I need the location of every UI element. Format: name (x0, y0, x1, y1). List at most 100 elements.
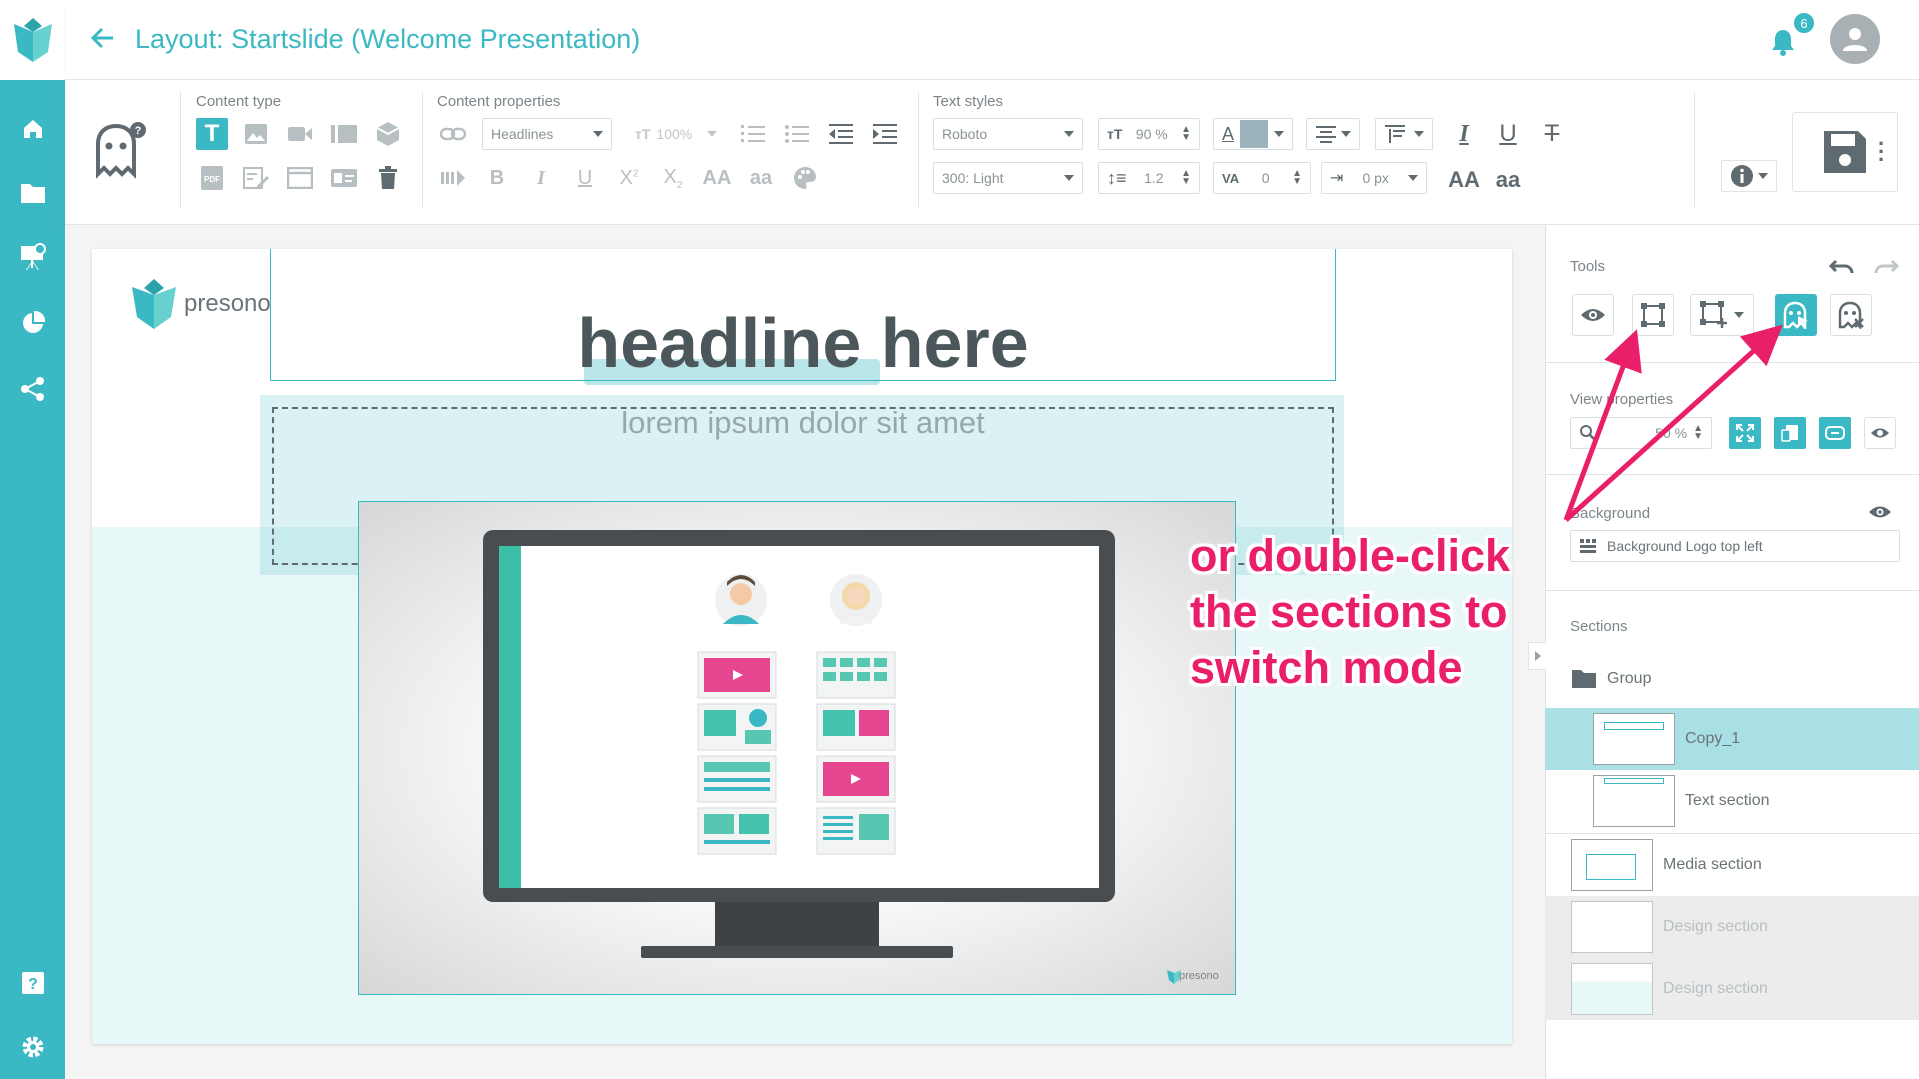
sidebar-item-analytics[interactable] (0, 296, 65, 350)
sidebar-item-home[interactable] (0, 102, 65, 156)
pdf-content-button[interactable]: PDF (196, 162, 228, 194)
indent-px-select[interactable]: ⇥ 0 px (1321, 162, 1427, 194)
uppercase-style-button[interactable]: AA (1448, 164, 1480, 196)
vertical-align-top-icon (1385, 125, 1405, 143)
undo-icon (1829, 259, 1854, 274)
callout-line-1: or double-click (1190, 530, 1511, 581)
ghost-remove-icon (1838, 301, 1864, 329)
delete-content-button[interactable] (372, 162, 404, 194)
user-avatar[interactable] (1830, 14, 1880, 64)
app-logo[interactable] (0, 0, 65, 80)
underline-icon: U (1499, 120, 1517, 147)
color-palette-button[interactable] (789, 162, 821, 194)
letter-spacing-value: 0 (1261, 170, 1270, 186)
section-thumbnail (1593, 775, 1675, 827)
vertical-align-select[interactable] (1375, 118, 1433, 150)
chevron-down-icon (593, 131, 603, 137)
sidebar-item-share[interactable] (0, 362, 65, 416)
redo-button[interactable] (1870, 250, 1902, 282)
section-group[interactable]: Group (1545, 648, 1919, 710)
superscript-button[interactable]: X2 (613, 162, 645, 194)
back-button[interactable] (90, 24, 116, 52)
bold-button[interactable]: B (481, 162, 513, 194)
chevron-down-icon (1064, 131, 1074, 137)
toolbar-separator (180, 92, 181, 207)
numbered-list-icon (741, 125, 765, 142)
content-size-value: 100% (656, 126, 693, 142)
bullet-list-button[interactable] (781, 118, 813, 150)
section-thumbnail (1593, 713, 1675, 765)
undo-button[interactable] (1826, 250, 1858, 282)
section-text[interactable]: Text section (1545, 770, 1919, 832)
section-design-2[interactable]: Design section (1545, 958, 1919, 1020)
chevron-down-icon (1758, 173, 1768, 179)
section-design-1[interactable]: Design section (1545, 896, 1919, 958)
browser-window-icon (287, 167, 313, 189)
panel-collapse-handle[interactable] (1528, 642, 1546, 670)
gallery-icon (331, 125, 357, 143)
slide-subtitle[interactable]: lorem ipsum dolor sit amet (272, 405, 1334, 441)
info-menu-button[interactable] (1721, 160, 1777, 192)
text-color-picker[interactable]: A (1213, 118, 1293, 150)
card-content-button[interactable] (328, 162, 360, 194)
ghost-remove-tool-button[interactable] (1830, 294, 1872, 336)
sidebar-item-settings[interactable] (0, 1020, 65, 1074)
section-thumbnail (1571, 963, 1653, 1015)
lowercase-style-button[interactable]: aa (1492, 164, 1524, 196)
image-icon (245, 124, 267, 144)
italic-button[interactable]: I (525, 162, 557, 194)
sidebar-item-help[interactable]: ? (0, 956, 65, 1010)
video-content-button[interactable] (284, 118, 316, 150)
numbered-list-button[interactable] (737, 118, 769, 150)
ghost-mode-indicator: ? (92, 120, 146, 180)
content-font-select[interactable]: Headlines (482, 118, 612, 150)
id-card-icon (331, 169, 357, 187)
tutorial-callout: or double-click the sections to switch m… (1190, 528, 1510, 696)
callout-arrows (1563, 324, 1783, 522)
animation-button[interactable] (437, 162, 469, 194)
sidebar-item-files[interactable] (0, 166, 65, 220)
image-content-button[interactable] (240, 118, 272, 150)
background-visibility-toggle[interactable] (1868, 504, 1892, 520)
slide-headline[interactable]: headline here (270, 303, 1336, 383)
lowercase-icon: aa (749, 166, 773, 189)
3d-content-button[interactable] (372, 118, 404, 150)
indent-button[interactable] (869, 118, 901, 150)
subscript-button[interactable]: X2 (657, 162, 689, 194)
section-media[interactable]: Media section (1545, 834, 1919, 896)
text-align-select[interactable] (1306, 118, 1360, 150)
web-content-button[interactable] (284, 162, 316, 194)
sidebar-item-presentations[interactable] (0, 230, 65, 284)
text-content-button[interactable]: T (196, 118, 228, 150)
section-name: Design section (1663, 918, 1768, 935)
gallery-content-button[interactable] (328, 118, 360, 150)
section-copy-1[interactable]: Copy_1 (1545, 708, 1919, 770)
underline-style-button[interactable]: U (1492, 118, 1524, 150)
animation-icon (441, 170, 465, 186)
guides-view-button[interactable] (1819, 417, 1851, 449)
more-options-button[interactable]: · · · (1878, 133, 1885, 171)
italic-style-button[interactable]: I (1448, 118, 1480, 150)
font-weight-select[interactable]: 300: Light (933, 162, 1083, 194)
font-family-select[interactable]: Roboto (933, 118, 1083, 150)
underline-button[interactable]: U (569, 162, 601, 194)
form-content-button[interactable] (240, 162, 272, 194)
panel-separator (1545, 590, 1919, 591)
strikethrough-button[interactable]: T (1536, 118, 1568, 150)
lowercase-button[interactable]: aa (745, 162, 777, 194)
letter-spacing-stepper[interactable]: VA 0 ▲ ▼ (1213, 162, 1311, 194)
info-icon (1731, 165, 1753, 187)
media-section-image[interactable]: presono (358, 501, 1236, 995)
help-icon: ? (21, 972, 44, 994)
kebab-menu-icon: · · · (1878, 131, 1886, 172)
outdent-button[interactable] (825, 118, 857, 150)
visibility-toggle-button[interactable] (1864, 417, 1896, 449)
link-button[interactable] (437, 118, 469, 150)
content-font-select-value: Headlines (491, 126, 554, 142)
font-color-icon: A (1222, 123, 1235, 144)
uppercase-button[interactable]: AA (701, 162, 733, 194)
line-height-stepper[interactable]: ↕≡ 1.2 ▲ ▼ (1098, 162, 1200, 194)
notifications-button[interactable] (1770, 28, 1796, 56)
font-size-stepper[interactable]: ᴛT 90 % ▲ ▼ (1098, 118, 1200, 150)
content-size-select[interactable]: ᴛT 100% (627, 118, 725, 150)
